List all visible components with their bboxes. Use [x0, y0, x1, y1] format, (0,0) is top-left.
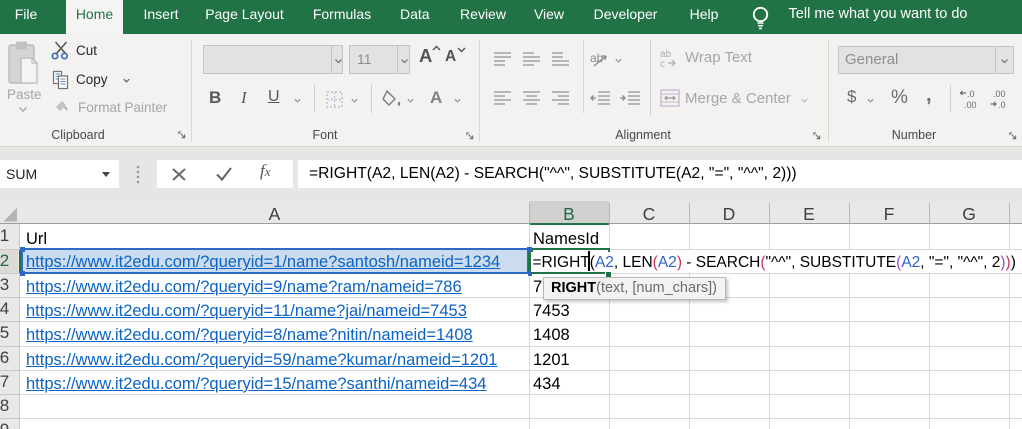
svg-text:.0: .0: [998, 100, 1006, 110]
svg-text:.00: .00: [993, 89, 1006, 99]
svg-text:.0: .0: [967, 89, 975, 99]
svg-text:c: c: [660, 59, 665, 68]
svg-text:.00: .00: [964, 100, 977, 110]
